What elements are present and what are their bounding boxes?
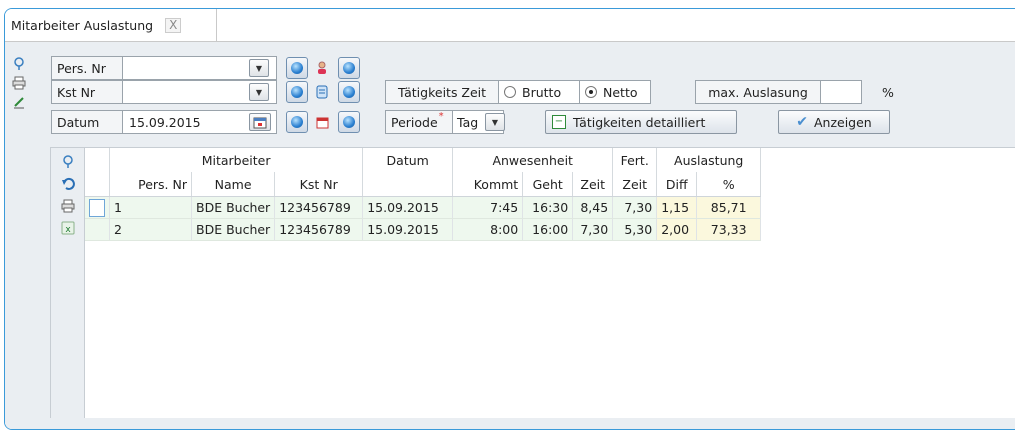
cell-zeit: 8,45 (572, 196, 614, 219)
cell-datum: 15.09.2015 (362, 218, 454, 241)
calendar-icon[interactable] (249, 113, 271, 131)
cell-pers-nr: 2 (109, 218, 192, 241)
cell-kommt: 8:00 (452, 218, 524, 241)
print-icon[interactable] (11, 75, 27, 91)
checkbox-icon[interactable]: − (552, 115, 566, 129)
column-header-row: Pers. Nr Name Kst Nr Kommt Geht Zeit Zei… (85, 172, 762, 197)
group-header-row: Mitarbeiter Datum Anwesenheit Fert. Ausl… (85, 148, 762, 172)
date-icon (314, 114, 330, 130)
col-fert-zeit[interactable]: Zeit (612, 172, 658, 197)
select-column-header-2 (85, 172, 110, 197)
percent-unit: % (882, 85, 894, 100)
tab-title: Mitarbeiter Auslastung (11, 17, 154, 33)
col-kst-nr[interactable]: Kst Nr (274, 172, 364, 197)
cell-fert-zeit: 7,30 (612, 196, 658, 219)
header-anwesenheit: Anwesenheit (452, 148, 614, 172)
col-name[interactable]: Name (191, 172, 276, 197)
taetigkeits-zeit-label: Tätigkeits Zeit (385, 80, 499, 104)
header-datum[interactable]: Datum (362, 148, 454, 172)
header-fert: Fert. (612, 148, 658, 172)
col-kommt[interactable]: Kommt (452, 172, 524, 197)
col-pers-nr[interactable]: Pers. Nr (109, 172, 192, 197)
cell-pers-nr: 1 (109, 196, 192, 219)
cell-name: BDE Bucher (191, 218, 276, 241)
cell-kommt: 7:45 (452, 196, 524, 219)
tab-bar: Mitarbeiter Auslastung X (5, 9, 1015, 42)
row-select[interactable] (85, 196, 110, 219)
grid-filter-icon[interactable] (60, 154, 76, 170)
close-icon[interactable]: X (165, 17, 182, 33)
kst-nr-next-button[interactable] (338, 81, 360, 103)
cost-center-icon (314, 84, 330, 100)
tab-mitarbeiter-auslastung[interactable]: Mitarbeiter Auslastung X (5, 9, 217, 41)
row-select[interactable] (85, 218, 110, 241)
kst-nr-label: Kst Nr (51, 80, 123, 104)
cell-percent: 73,33 (696, 218, 762, 241)
header-auslastung: Auslastung (656, 148, 762, 172)
header-mitarbeiter: Mitarbeiter (109, 148, 364, 172)
cell-geht: 16:30 (522, 196, 574, 219)
left-toolbar (5, 42, 33, 429)
anzeigen-button[interactable]: ✔ Anzeigen (778, 110, 890, 134)
kst-nr-dropdown-button[interactable]: ▼ (249, 83, 269, 101)
brutto-radio[interactable]: Brutto (498, 80, 580, 104)
required-marker: * (438, 111, 444, 122)
pers-nr-label: Pers. Nr (51, 56, 123, 80)
person-icon (314, 60, 330, 76)
row-selector[interactable] (89, 198, 105, 217)
col-geht[interactable]: Geht (522, 172, 574, 197)
periode-label: Periode * (385, 110, 453, 134)
filter-icon[interactable] (11, 56, 27, 72)
window-frame: Mitarbeiter Auslastung X Pers. Nr ▼ Kst … (4, 8, 1015, 430)
cell-diff: 2,00 (656, 218, 698, 241)
grid-print-icon[interactable] (60, 198, 76, 214)
col-datum-empty (362, 172, 454, 197)
cell-name: BDE Bucher (191, 196, 276, 219)
brutto-radio-circle[interactable] (504, 86, 516, 98)
col-diff[interactable]: Diff (656, 172, 698, 197)
checkmark-icon: ✔ (796, 114, 808, 130)
table-row[interactable]: 1 BDE Bucher 123456789 15.09.2015 7:45 1… (85, 196, 762, 219)
col-percent[interactable]: % (696, 172, 762, 197)
kst-nr-prev-button[interactable] (286, 81, 308, 103)
cell-kst-nr: 123456789 (274, 196, 364, 219)
edit-icon[interactable] (11, 94, 27, 110)
cell-zeit: 7,30 (572, 218, 614, 241)
netto-radio-circle[interactable] (585, 86, 597, 98)
pers-nr-dropdown-button[interactable]: ▼ (249, 59, 269, 77)
col-zeit[interactable]: Zeit (572, 172, 614, 197)
taetigkeiten-detailliert-checkbox[interactable]: − Tätigkeiten detailliert (545, 110, 737, 134)
netto-radio[interactable]: Netto (579, 80, 651, 104)
select-column-header (85, 148, 110, 172)
max-auslastung-label: max. Auslasung (695, 80, 821, 104)
cell-diff: 1,15 (656, 196, 698, 219)
max-auslastung-field[interactable] (820, 80, 862, 104)
undo-icon[interactable] (60, 176, 76, 192)
cell-kst-nr: 123456789 (274, 218, 364, 241)
pers-nr-prev-button[interactable] (286, 57, 308, 79)
pers-nr-next-button[interactable] (338, 57, 360, 79)
grid-toolbar: x (51, 148, 85, 418)
datum-label: Datum (51, 110, 123, 134)
cell-percent: 85,71 (696, 196, 762, 219)
result-grid: x Mitarbeiter Datum Anwesenheit Fert. Au… (50, 147, 1015, 418)
cell-fert-zeit: 5,30 (612, 218, 658, 241)
cell-datum: 15.09.2015 (362, 196, 454, 219)
excel-export-icon[interactable]: x (60, 220, 76, 236)
datum-prev-button[interactable] (286, 111, 308, 133)
svg-text:x: x (65, 225, 71, 235)
datum-next-button[interactable] (338, 111, 360, 133)
cell-geht: 16:00 (522, 218, 574, 241)
data-table: Mitarbeiter Datum Anwesenheit Fert. Ausl… (85, 148, 762, 241)
periode-dropdown-button[interactable]: ▼ (485, 113, 505, 131)
table-row[interactable]: 2 BDE Bucher 123456789 15.09.2015 8:00 1… (85, 218, 762, 241)
